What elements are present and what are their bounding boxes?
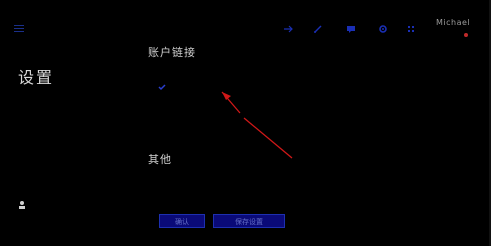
annotation-arrow (221, 91, 293, 159)
section-title-account-link: 账户链接 (148, 46, 196, 59)
page-title: 设置 (18, 68, 55, 87)
gear-icon[interactable] (378, 24, 388, 34)
arrow-icon[interactable] (283, 24, 293, 34)
settings-screen: Michael 设置 账户链接 其他 确认 保存设置 (0, 0, 491, 246)
notification-dot (464, 33, 468, 37)
person-icon[interactable] (18, 195, 26, 209)
user-name[interactable]: Michael (436, 18, 470, 27)
pencil-icon[interactable] (313, 24, 323, 34)
save-settings-button[interactable]: 保存设置 (213, 214, 285, 228)
hamburger-icon[interactable] (14, 25, 24, 32)
grid-icon[interactable] (406, 24, 416, 34)
section-title-other: 其他 (148, 153, 172, 166)
checkbox-checked[interactable] (157, 77, 167, 91)
confirm-button[interactable]: 确认 (159, 214, 205, 228)
chat-icon[interactable] (346, 24, 356, 34)
